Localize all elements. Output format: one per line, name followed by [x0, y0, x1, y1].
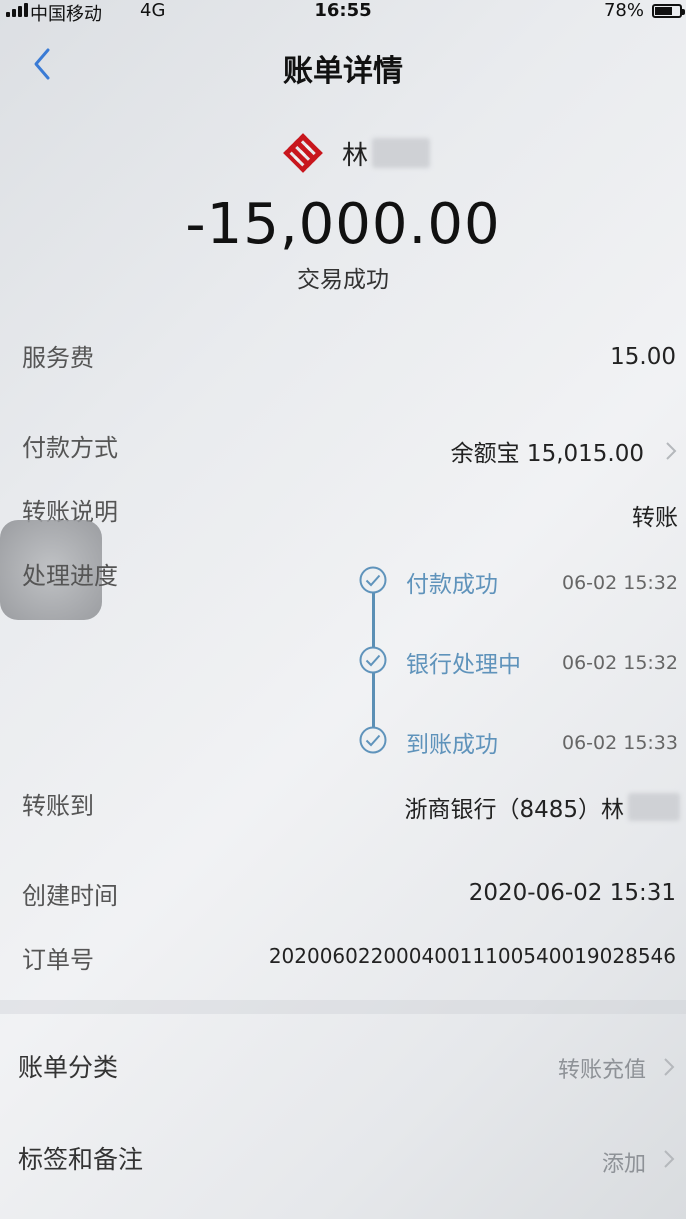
check-circle-icon	[359, 566, 387, 594]
transfer-to-value: 浙商银行（8485）林	[404, 797, 624, 823]
status-time: 16:55	[314, 0, 372, 21]
created-time-label: 创建时间	[22, 882, 118, 910]
section-divider	[0, 1000, 686, 1014]
redacted-name	[372, 138, 431, 168]
battery-icon	[652, 4, 685, 18]
progress-label: 处理进度	[22, 562, 118, 590]
transfer-to-row: 浙商银行（8485）林	[404, 790, 680, 824]
service-fee-value: 15.00	[610, 344, 676, 370]
bill-category-row[interactable]: 账单分类 转账充值	[0, 1020, 686, 1106]
transfer-note-value: 转账	[632, 505, 678, 531]
progress-step: 到账成功	[406, 732, 498, 758]
payee: 林	[282, 132, 431, 174]
transaction-status: 交易成功	[297, 267, 389, 293]
bill-category-value: 转账充值	[557, 1058, 646, 1083]
payment-method-label: 付款方式	[22, 434, 118, 462]
progress-step: 付款成功	[406, 572, 498, 598]
tags-notes-label: 标签和备注	[18, 1145, 144, 1174]
amount: -15,000.00	[185, 192, 501, 257]
transfer-to-label: 转账到	[22, 792, 94, 820]
created-time-value: 2020-06-02 15:31	[468, 880, 676, 906]
payment-method-row[interactable]: 余额宝 15,015.00	[451, 434, 678, 468]
check-circle-icon	[359, 726, 387, 754]
progress-time: 06-02 15:32	[561, 652, 678, 674]
chevron-right-icon	[664, 1150, 675, 1168]
tags-notes-value: 添加	[601, 1152, 646, 1177]
chevron-right-icon	[664, 1058, 675, 1076]
page-title: 账单详情	[283, 54, 403, 89]
tags-notes-row[interactable]: 标签和备注 添加	[0, 1112, 686, 1198]
redacted-name	[628, 793, 680, 821]
battery-percent: 78%	[603, 0, 644, 21]
service-fee-label: 服务费	[22, 344, 94, 372]
progress-time: 06-02 15:32	[561, 572, 678, 594]
progress-step: 银行处理中	[406, 652, 521, 678]
status-bar: 中国移动 4G 16:55 78%	[0, 0, 686, 26]
bank-logo-icon	[283, 133, 323, 173]
bill-category-label: 账单分类	[18, 1053, 119, 1082]
chevron-right-icon	[666, 442, 677, 460]
order-number-label: 订单号	[22, 946, 94, 974]
payment-method-value: 余额宝 15,015.00	[450, 441, 644, 467]
check-circle-icon	[359, 646, 387, 674]
payee-name: 林	[342, 140, 369, 171]
order-number-value: 20200602200040011100540019028546	[268, 944, 676, 968]
progress-time: 06-02 15:33	[561, 732, 678, 754]
